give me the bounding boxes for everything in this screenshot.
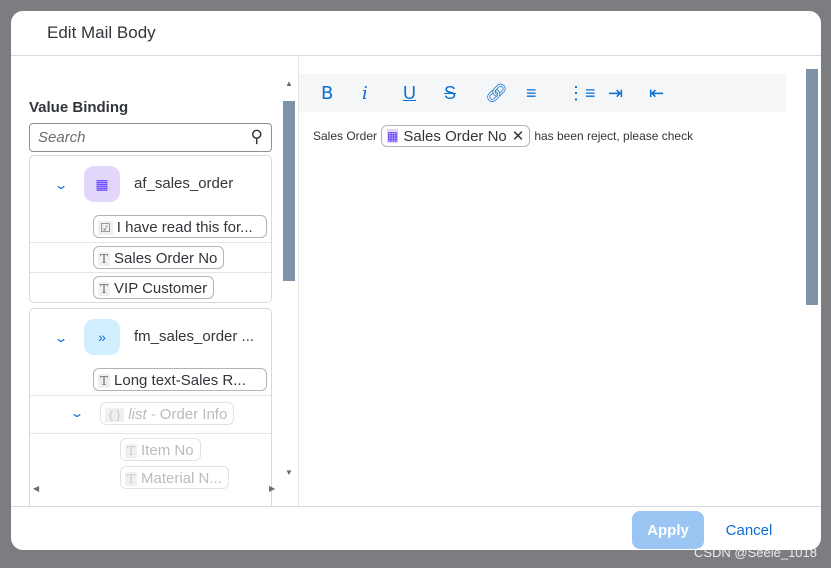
- indent-icon[interactable]: ⇥: [608, 83, 649, 104]
- editor-content[interactable]: Sales Order ▦ Sales Order No ✕ has been re…: [313, 125, 693, 147]
- form-icon: ▦: [84, 166, 120, 202]
- field-token[interactable]: T Material N...: [120, 466, 229, 489]
- field-token[interactable]: ☑ I have read this for...: [93, 215, 267, 238]
- editor-panel: B i U S 🔗︎ ≡ ⋮≡ ⇥ ⇤ Sales Order ▦ Sales O…: [299, 57, 805, 506]
- chevrons-icon: »: [84, 319, 120, 355]
- text-icon: T: [98, 251, 111, 266]
- bullet-list-icon[interactable]: ⋮≡: [567, 83, 608, 104]
- chevron-down-icon[interactable]: ⌄: [69, 406, 84, 420]
- checkbox-icon: ☑: [98, 220, 113, 235]
- field-token[interactable]: T Item No: [120, 438, 201, 461]
- chevron-down-icon[interactable]: ⌄: [53, 178, 68, 192]
- list-icon: {}: [105, 407, 125, 422]
- numbered-list-icon[interactable]: ≡: [526, 83, 567, 104]
- bold-icon[interactable]: B: [321, 83, 362, 104]
- search-input[interactable]: Search ⚲: [29, 123, 272, 152]
- outdent-icon[interactable]: ⇤: [649, 83, 690, 104]
- editor-toolbar: B i U S 🔗︎ ≡ ⋮≡ ⇥ ⇤: [299, 74, 786, 112]
- token-label: Order Info: [159, 406, 228, 423]
- apply-button[interactable]: Apply: [632, 511, 704, 549]
- token-label: Sales Order No: [403, 127, 507, 145]
- text-icon: T: [125, 471, 138, 486]
- group-af-sales-order: ⌄ ▦ af_sales_order ☑ I have read this for…: [29, 155, 272, 303]
- italic-icon[interactable]: i: [362, 83, 403, 104]
- list-type: list -: [128, 406, 156, 423]
- scroll-left-icon[interactable]: ◀: [33, 484, 39, 493]
- search-placeholder: Search: [38, 129, 86, 146]
- token-label: Material N...: [141, 470, 222, 487]
- field-token[interactable]: T VIP Customer: [93, 276, 215, 299]
- group-name: fm_sales_order ...: [134, 328, 255, 345]
- link-icon[interactable]: 🔗︎: [485, 83, 526, 104]
- token-label: Item No: [141, 442, 194, 459]
- token-label: Long text-Sales R...: [114, 372, 246, 389]
- list-token[interactable]: {} list - Order Info: [100, 402, 235, 425]
- underline-icon[interactable]: U: [403, 83, 444, 104]
- token-label: VIP Customer: [114, 280, 208, 297]
- dialog-title: Edit Mail Body: [11, 11, 821, 56]
- chevron-down-icon[interactable]: ⌄: [53, 331, 68, 345]
- form-icon: ▦: [387, 129, 399, 143]
- group-name: af_sales_order: [134, 175, 234, 192]
- field-token[interactable]: T Long text-Sales R...: [93, 368, 267, 391]
- field-token[interactable]: T Sales Order No: [93, 246, 225, 269]
- search-icon[interactable]: ⚲: [251, 127, 263, 147]
- group-fm-sales-order: ⌄ » fm_sales_order ... T Long text-Sales …: [29, 308, 272, 506]
- token-label: I have read this for...: [116, 219, 253, 236]
- close-icon[interactable]: ✕: [512, 127, 525, 145]
- text-icon: T: [125, 443, 138, 458]
- text-icon: T: [98, 281, 111, 296]
- binding-token[interactable]: ▦ Sales Order No ✕: [381, 125, 531, 147]
- value-binding-title: Value Binding: [29, 99, 129, 116]
- editor-scrollbar[interactable]: [806, 69, 818, 305]
- scroll-up-icon[interactable]: ▲: [285, 79, 293, 88]
- dialog-footer: Apply Cancel: [11, 506, 821, 550]
- token-label: Sales Order No: [114, 250, 218, 267]
- strikethrough-icon[interactable]: S: [444, 83, 485, 104]
- text-icon: T: [98, 373, 111, 388]
- cancel-button[interactable]: Cancel: [715, 511, 783, 549]
- scroll-down-icon[interactable]: ▼: [285, 468, 293, 477]
- scroll-right-icon[interactable]: ▶: [269, 484, 275, 493]
- text-after: has been reject, please check: [534, 129, 694, 143]
- text-before: Sales Order: [313, 129, 378, 143]
- watermark: CSDN @Seele_1018: [693, 545, 817, 560]
- left-scrollbar[interactable]: [283, 101, 295, 281]
- value-binding-panel: Value Binding Search ⚲ ⌄ ▦ af_sales_order…: [11, 57, 299, 506]
- edit-mail-body-dialog: Edit Mail Body Value Binding Search ⚲ ⌄ ▦…: [11, 11, 821, 550]
